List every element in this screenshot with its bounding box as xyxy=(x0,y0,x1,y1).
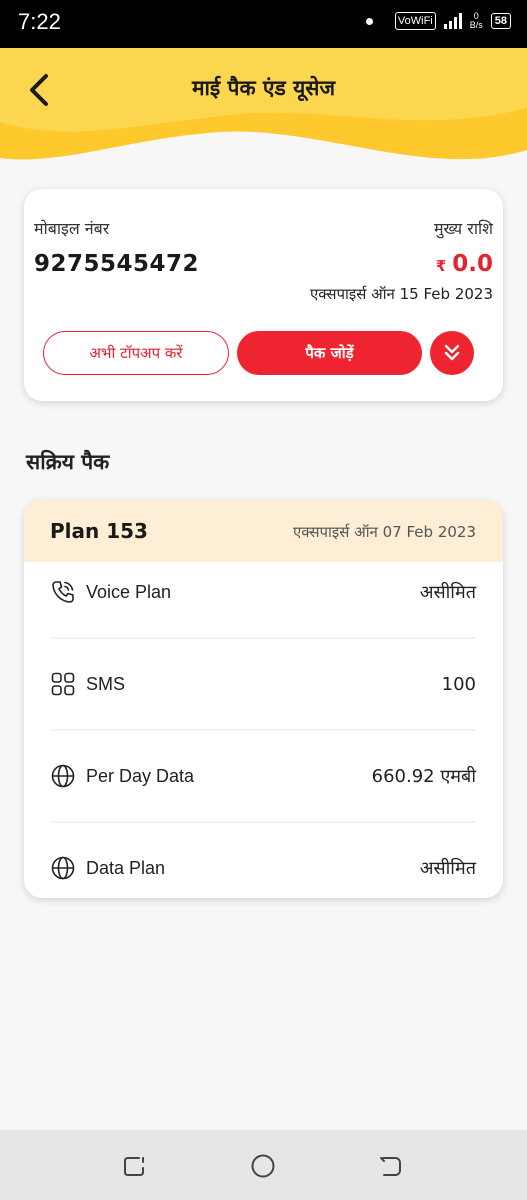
page-title: माई पैक एंड यूसेज xyxy=(191,76,336,100)
recent-apps-icon xyxy=(124,1157,144,1176)
status-bar: 7:22 VoWiFi 0 B/s 58 xyxy=(0,0,527,48)
notification-dot-icon xyxy=(365,17,373,25)
phone-call-icon xyxy=(50,579,76,605)
double-chevron-down-icon xyxy=(444,344,460,361)
plan-row-label: Per Day Data xyxy=(86,765,195,786)
balance-expiry: एक्सपाइर्स ऑन 15 Feb 2023 xyxy=(310,285,493,303)
plan-row-voice: Voice Plan असीमित xyxy=(50,572,476,612)
header-wave-background xyxy=(0,48,527,160)
plan-header: Plan 153 एक्सपाइर्स ऑन 07 Feb 2023 xyxy=(24,500,503,562)
status-time: 7:22 xyxy=(18,9,61,34)
active-packs-title: सक्रिय पैक xyxy=(26,450,110,474)
balance-card: मोबाइल नंबर 9275545472 मुख्य राशि ₹0.0 ए… xyxy=(24,189,503,401)
plan-row-sms: SMS 100 xyxy=(50,664,476,704)
plan-row-value: 100 xyxy=(441,673,476,695)
mobile-number-label: मोबाइल नंबर xyxy=(34,219,110,238)
grid-icon xyxy=(50,671,76,697)
mobile-number-value: 9275545472 xyxy=(34,251,200,277)
home-circle-icon xyxy=(251,1154,275,1178)
signal-icon xyxy=(443,13,462,29)
add-pack-button[interactable]: पैक जोड़ें xyxy=(237,331,422,375)
main-balance-value: ₹0.0 xyxy=(436,251,493,277)
plan-row-label: SMS xyxy=(86,673,126,694)
topup-now-button[interactable]: अभी टॉपअप करें xyxy=(43,331,229,375)
row-divider xyxy=(50,821,476,823)
globe-icon xyxy=(50,763,76,789)
plan-card[interactable]: Plan 153 एक्सपाइर्स ऑन 07 Feb 2023 Voice… xyxy=(24,500,503,898)
net-speed-unit: B/s xyxy=(469,20,483,30)
back-nav-icon xyxy=(380,1157,401,1176)
plan-name: Plan 153 xyxy=(50,519,148,543)
main-balance-label: मुख्य राशि xyxy=(433,219,493,238)
net-speed: 0 B/s xyxy=(470,12,483,30)
battery-icon: 58 xyxy=(490,13,511,29)
recent-apps-button[interactable] xyxy=(119,1150,151,1182)
plan-expiry: एक्सपाइर्स ऑन 07 Feb 2023 xyxy=(293,523,476,541)
plan-row-per-day-data: Per Day Data 660.92 एमबी xyxy=(50,756,476,796)
add-pack-label: पैक जोड़ें xyxy=(305,344,354,362)
plan-row-value: 660.92 एमबी xyxy=(371,766,476,787)
rupee-symbol: ₹ xyxy=(435,257,447,275)
system-nav-bar xyxy=(0,1130,527,1200)
balance-amount: 0.0 xyxy=(452,251,493,277)
row-divider xyxy=(50,729,476,731)
plan-row-label: Voice Plan xyxy=(86,581,172,602)
topup-now-label: अभी टॉपअप करें xyxy=(89,344,183,362)
plan-row-label: Data Plan xyxy=(86,857,166,878)
home-button[interactable] xyxy=(247,1150,279,1182)
vowifi-icon: VoWiFi xyxy=(394,12,436,30)
plan-row-data-plan: Data Plan असीमित xyxy=(50,848,476,888)
plan-row-value: असीमित xyxy=(419,582,476,603)
globe-icon xyxy=(50,855,76,881)
expand-button[interactable] xyxy=(430,331,474,375)
row-divider xyxy=(50,637,476,639)
app-header: माई पैक एंड यूसेज xyxy=(0,48,527,166)
back-nav-button[interactable] xyxy=(375,1150,407,1182)
plan-row-value: असीमित xyxy=(419,858,476,879)
status-icons: VoWiFi 0 B/s 58 xyxy=(365,12,511,30)
